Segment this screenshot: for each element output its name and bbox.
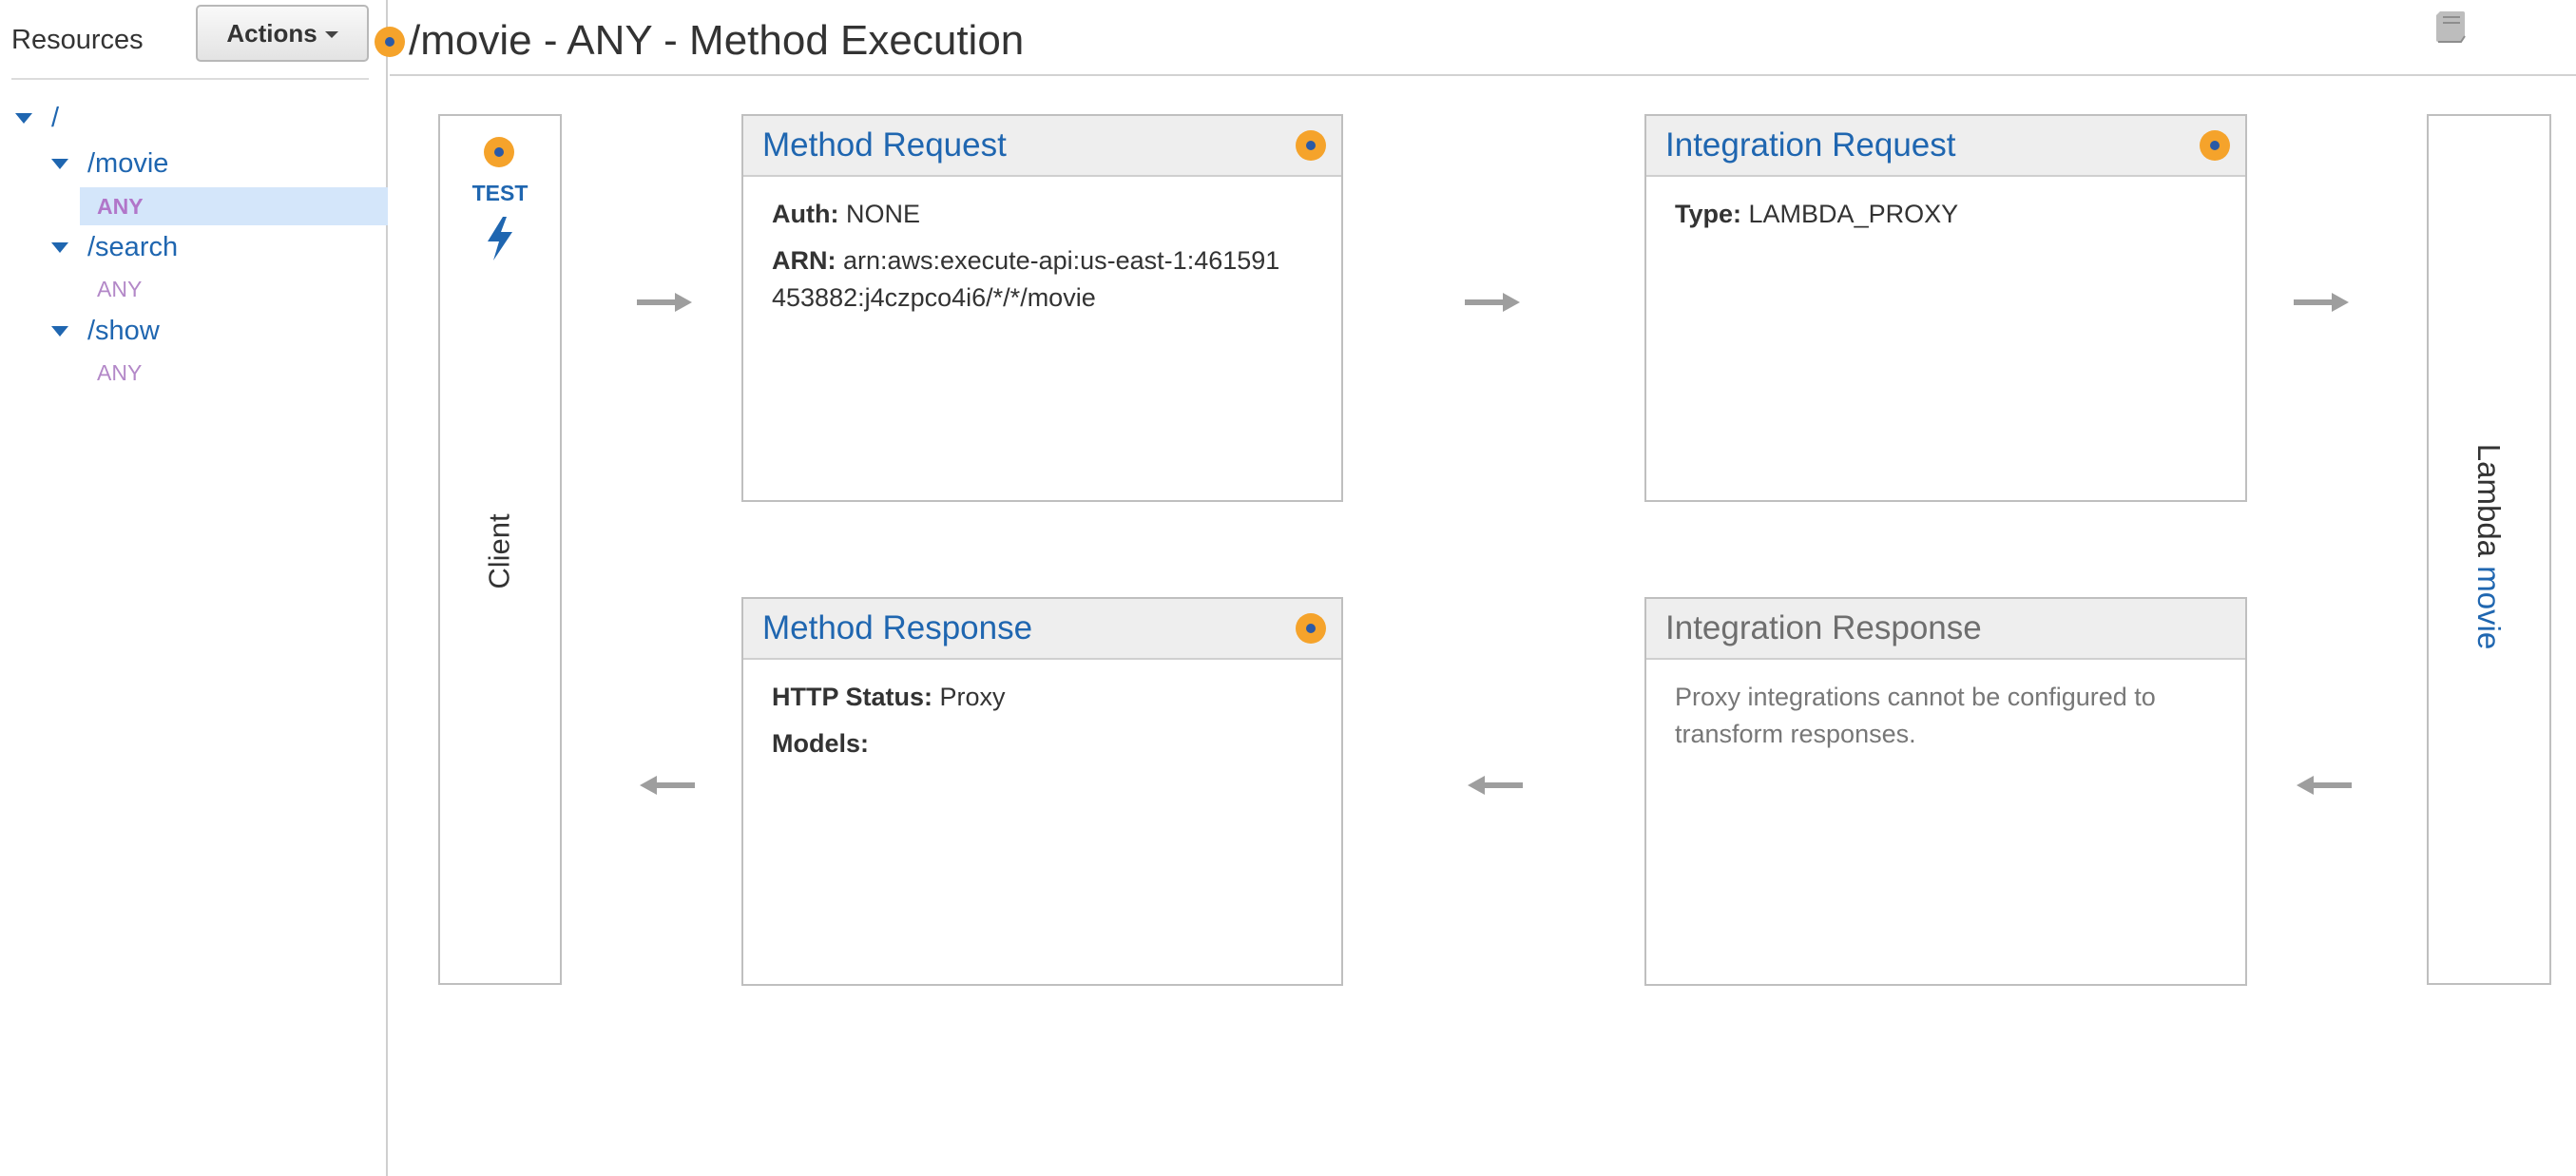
lightning-bolt-icon[interactable]	[482, 215, 518, 262]
integration-request-header[interactable]: Integration Request	[1646, 116, 2245, 177]
client-label: Client	[482, 513, 516, 589]
settings-icon[interactable]	[375, 27, 405, 57]
http-status-value: Proxy	[939, 683, 1006, 711]
book-icon[interactable]	[2431, 6, 2470, 49]
expand-triangle-icon[interactable]	[51, 158, 68, 169]
method-label[interactable]: ANY	[97, 194, 144, 220]
auth-label: Auth:	[772, 200, 839, 228]
arrow-right-icon	[2294, 293, 2349, 312]
expand-triangle-icon[interactable]	[15, 112, 32, 124]
actions-label: Actions	[226, 18, 317, 48]
tree-node-show[interactable]: /show	[51, 310, 160, 352]
auth-value: NONE	[845, 200, 920, 228]
tree-method-show-any[interactable]: ANY	[97, 354, 142, 392]
tree-node-label[interactable]: /search	[87, 232, 178, 263]
lambda-word: Lambda	[2471, 443, 2508, 558]
lambda-function-link[interactable]: movie	[2472, 566, 2508, 649]
expand-triangle-icon[interactable]	[51, 325, 68, 337]
method-response-panel[interactable]: Method Response HTTP Status: Proxy Model…	[741, 597, 1343, 986]
arrow-right-icon	[637, 293, 692, 312]
integration-response-panel: Integration Response Proxy integrations …	[1644, 597, 2247, 986]
page-title: /movie - ANY - Method Execution	[409, 17, 1025, 64]
arrow-right-icon	[1465, 293, 1520, 312]
tree-method-search-any[interactable]: ANY	[97, 270, 142, 308]
tree-node-movie[interactable]: /movie	[51, 143, 168, 184]
test-settings-icon[interactable]	[484, 137, 514, 167]
sidebar-divider	[11, 78, 369, 80]
arrow-left-icon	[2297, 776, 2352, 795]
tree-node-label[interactable]: /show	[87, 316, 160, 347]
type-value: LAMBDA_PROXY	[1748, 200, 1959, 228]
arn-value: arn:aws:execute-api:us-east-1:4615914538…	[772, 246, 1280, 312]
tree-node-root-label[interactable]: /	[51, 103, 59, 134]
test-link[interactable]: TEST	[438, 181, 562, 206]
models-label: Models:	[772, 729, 870, 758]
type-row: Type: LAMBDA_PROXY	[1675, 196, 2217, 233]
caret-down-icon	[324, 31, 338, 38]
integration-request-panel[interactable]: Integration Request Type: LAMBDA_PROXY	[1644, 114, 2247, 502]
integration-response-note: Proxy integrations cannot be configured …	[1675, 683, 2156, 748]
settings-icon[interactable]	[1296, 130, 1326, 161]
header-divider	[390, 74, 2576, 76]
type-label: Type:	[1675, 200, 1742, 228]
method-request-header[interactable]: Method Request	[743, 116, 1341, 177]
tree-node-label[interactable]: /movie	[87, 148, 168, 180]
settings-icon[interactable]	[2200, 130, 2230, 161]
arrow-left-icon	[1468, 776, 1523, 795]
arn-row: ARN: arn:aws:execute-api:us-east-1:46159…	[772, 242, 1285, 317]
integration-request-title[interactable]: Integration Request	[1665, 126, 1955, 164]
method-request-title[interactable]: Method Request	[762, 126, 1007, 164]
arn-label: ARN:	[772, 246, 836, 275]
integration-response-title: Integration Response	[1665, 609, 1982, 646]
models-row: Models:	[772, 725, 1313, 762]
method-request-panel[interactable]: Method Request Auth: NONE ARN: arn:aws:e…	[741, 114, 1343, 502]
resources-title: Resources	[11, 25, 144, 55]
integration-response-header: Integration Response	[1646, 599, 2245, 660]
expand-triangle-icon[interactable]	[51, 241, 68, 253]
method-label[interactable]: ANY	[97, 360, 142, 386]
settings-icon[interactable]	[1296, 613, 1326, 644]
http-status-label: HTTP Status:	[772, 683, 933, 711]
method-response-header[interactable]: Method Response	[743, 599, 1341, 660]
lambda-label: Lambda movie	[2427, 437, 2551, 656]
tree-method-movie-any[interactable]: ANY	[80, 187, 388, 225]
tree-node-root[interactable]: /	[15, 97, 59, 139]
actions-dropdown-button[interactable]: Actions	[196, 5, 369, 62]
method-label[interactable]: ANY	[97, 277, 142, 302]
arrow-left-icon	[640, 776, 695, 795]
http-status-row: HTTP Status: Proxy	[772, 679, 1313, 716]
auth-row: Auth: NONE	[772, 196, 1313, 233]
tree-node-search[interactable]: /search	[51, 226, 178, 268]
method-response-title[interactable]: Method Response	[762, 609, 1032, 647]
